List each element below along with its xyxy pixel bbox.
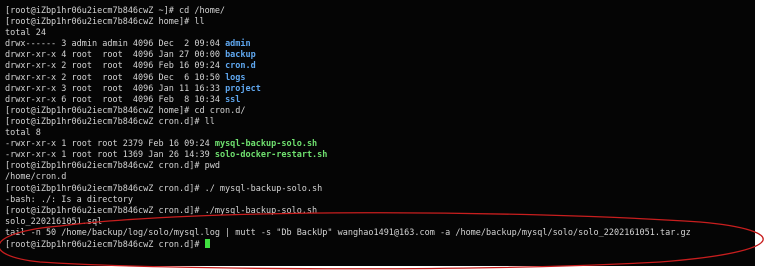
terminal-text: -rwxr-xr-x 1 root root 1369 Jan 26 14:39 [5, 150, 215, 161]
directory-name: admin [225, 39, 251, 50]
terminal-line: [root@iZbp1hr06u2iecm7b846cwZ cron.d]# l… [5, 117, 755, 128]
terminal-text: drwxr-xr-x 2 root root 4096 Feb 16 09:24 [5, 61, 226, 72]
terminal-line: /home/cron.d [5, 172, 755, 183]
directory-name: project [225, 83, 261, 94]
terminal-line: [root@iZbp1hr06u2iecm7b846cwZ home]# cd … [5, 106, 755, 117]
terminal-window[interactable]: [root@iZbp1hr06u2iecm7b846cwZ ~]# cd /ho… [0, 0, 755, 266]
directory-name: ssl [225, 94, 241, 105]
terminal-text: [root@iZbp1hr06u2iecm7b846cwZ home]# ll [5, 17, 205, 28]
terminal-line: drwxr-xr-x 3 root root 4096 Jan 11 16:33… [5, 84, 755, 95]
terminal-text: drwx------ 3 admin admin 4096 Dec 2 09:0… [5, 39, 226, 50]
terminal-line: drwxr-xr-x 4 root root 4096 Jan 27 00:00… [5, 50, 755, 61]
terminal-text: [root@iZbp1hr06u2iecm7b846cwZ cron.d]# .… [5, 205, 318, 216]
terminal-text: [root@iZbp1hr06u2iecm7b846cwZ ~]# cd /ho… [5, 6, 226, 16]
terminal-line: [root@iZbp1hr06u2iecm7b846cwZ cron.d]# p… [5, 161, 755, 172]
terminal-text: total 8 [5, 128, 41, 139]
terminal-text: drwxr-xr-x 2 root root 4096 Dec 6 10:50 [5, 72, 226, 83]
terminal-text: [root@iZbp1hr06u2iecm7b846cwZ cron.d]# p… [5, 161, 220, 172]
directory-name: cron.d [225, 61, 256, 72]
terminal-line: drwxr-xr-x 2 root root 4096 Dec 6 10:50 … [5, 73, 755, 84]
terminal-line: [root@iZbp1hr06u2iecm7b846cwZ ~]# cd /ho… [5, 6, 755, 17]
terminal-text: [root@iZbp1hr06u2iecm7b846cwZ cron.d]# l… [5, 116, 215, 127]
terminal-line: [root@iZbp1hr06u2iecm7b846cwZ cron.d]# .… [5, 184, 755, 195]
terminal-text: [root@iZbp1hr06u2iecm7b846cwZ home]# cd … [5, 105, 246, 116]
terminal-line: drwx------ 3 admin admin 4096 Dec 2 09:0… [5, 39, 755, 50]
terminal-cursor [204, 238, 210, 248]
terminal-text: drwxr-xr-x 6 root root 4096 Feb 8 10:34 [5, 94, 226, 105]
terminal-line: [root@iZbp1hr06u2iecm7b846cwZ cron.d]# .… [5, 206, 755, 217]
terminal-line: total 8 [5, 128, 755, 139]
terminal-text: drwxr-xr-x 3 root root 4096 Jan 11 16:33 [5, 83, 226, 94]
terminal-text: solo_2202161051.sql [5, 216, 103, 227]
directory-name: logs [225, 72, 246, 83]
terminal-text: drwxr-xr-x 4 root root 4096 Jan 27 00:00 [5, 50, 226, 61]
terminal-line: drwxr-xr-x 6 root root 4096 Feb 8 10:34 … [5, 95, 755, 106]
terminal-line: -rwxr-xr-x 1 root root 2379 Feb 16 09:24… [5, 139, 755, 150]
terminal-text: /home/cron.d [5, 172, 67, 183]
terminal-text: [root@iZbp1hr06u2iecm7b846cwZ cron.d]# [5, 239, 205, 250]
terminal-text: -bash: ./: Is a directory [5, 194, 133, 205]
terminal-text: -rwxr-xr-x 1 root root 2379 Feb 16 09:24 [5, 139, 215, 150]
terminal-line: [root@iZbp1hr06u2iecm7b846cwZ home]# ll [5, 17, 755, 28]
directory-name: backup [225, 50, 256, 61]
terminal-line: drwxr-xr-x 2 root root 4096 Feb 16 09:24… [5, 61, 755, 72]
terminal-text: tail -n 50 /home/backup/log/solo/mysql.l… [5, 227, 691, 238]
terminal-text: total 24 [5, 28, 46, 39]
terminal-text: [root@iZbp1hr06u2iecm7b846cwZ cron.d]# .… [5, 183, 323, 194]
terminal-line: -bash: ./: Is a directory [5, 195, 755, 206]
executable-name: mysql-backup-solo.sh [214, 139, 318, 150]
terminal-line: tail -n 50 /home/backup/log/solo/mysql.l… [5, 228, 755, 239]
terminal-line: total 24 [5, 28, 755, 39]
executable-name: solo-docker-restart.sh [214, 150, 328, 161]
terminal-line: [root@iZbp1hr06u2iecm7b846cwZ cron.d]# [5, 238, 755, 250]
terminal-line: solo_2202161051.sql [5, 217, 755, 228]
terminal-line: -rwxr-xr-x 1 root root 1369 Jan 26 14:39… [5, 150, 755, 161]
